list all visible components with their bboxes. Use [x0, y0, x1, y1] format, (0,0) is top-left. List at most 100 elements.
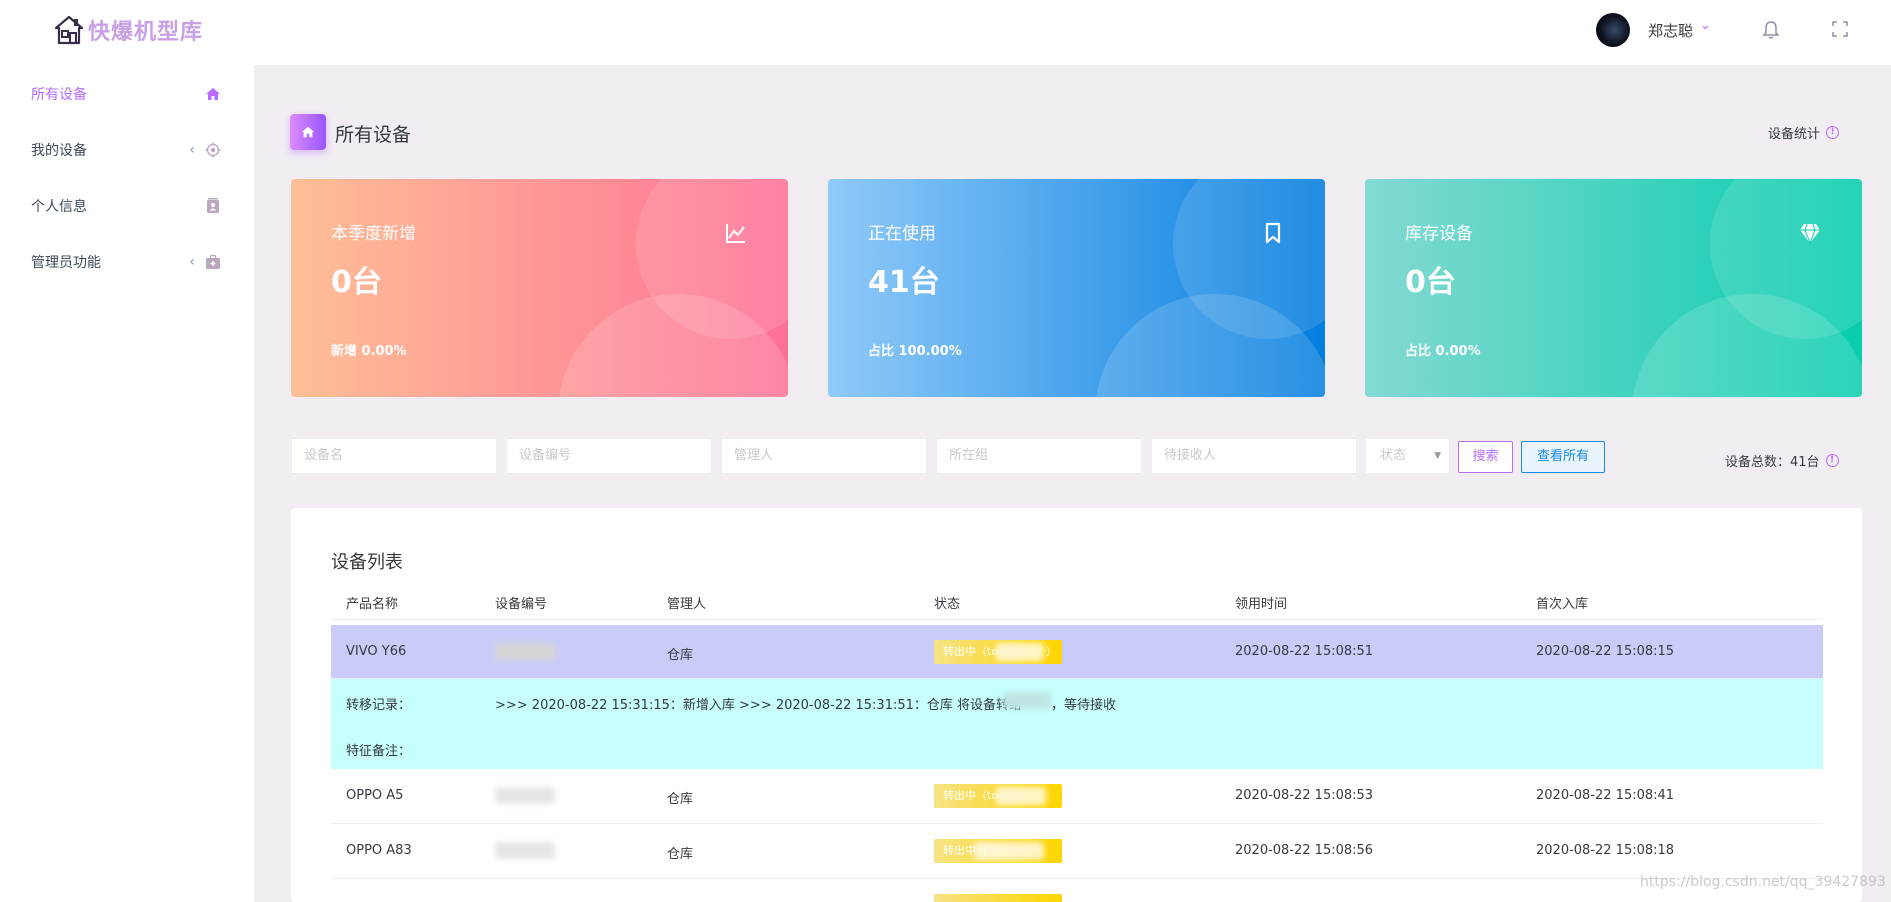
- column-header: 领用时间: [1235, 597, 1288, 612]
- table-row[interactable]: VIVO Y66 仓库 转出中（to） 2020-08-22 15:08:51 …: [331, 625, 1823, 679]
- view-all-button[interactable]: 查看所有: [1521, 441, 1605, 473]
- cell-first-in: 2020-08-22 15:08:15: [1536, 644, 1675, 659]
- sidebar-item-label: 所有设备: [31, 87, 87, 103]
- redacted-receiver: [974, 842, 1044, 860]
- cell-first-in: 2020-08-22 15:08:41: [1536, 788, 1675, 803]
- cell-first-in: 2020-08-22 15:08:18: [1536, 843, 1675, 858]
- page-home-icon: [290, 114, 326, 150]
- sidebar-item-label: 我的设备: [31, 143, 87, 159]
- sidebar-item-my-devices[interactable]: 我的设备 ‹: [31, 139, 221, 161]
- avatar[interactable]: [1596, 13, 1630, 47]
- chevron-left-icon: ‹: [189, 142, 195, 158]
- cell-manager: 仓库: [667, 847, 694, 862]
- card-value: 41台: [868, 265, 940, 300]
- info-icon: !: [1826, 126, 1840, 139]
- receiver-input[interactable]: 待接收人: [1151, 438, 1357, 474]
- stat-card-new: 本季度新增 0台 新增 0.00%: [291, 179, 788, 397]
- status-badge-text: 转出中（to: [943, 645, 999, 658]
- redacted-device-code: [495, 842, 555, 859]
- status-badge-partial: [934, 894, 1062, 902]
- redacted-receiver: [996, 643, 1044, 661]
- sidebar-item-label: 个人信息: [31, 199, 87, 215]
- device-stats-link[interactable]: 设备统计 !: [1768, 123, 1840, 142]
- chevron-down-icon[interactable]: ⌄: [1700, 18, 1711, 33]
- redacted-receiver: [996, 787, 1046, 805]
- stat-card-in-use: 正在使用 41台 占比 100.00%: [828, 179, 1325, 397]
- device-total-label: 设备总数：41台: [1725, 455, 1820, 470]
- table-row[interactable]: OPPO A83 仓库 转出中（ 2020-08-22 15:08:56 202…: [331, 824, 1823, 879]
- top-navbar: 快爆机型库 郑志聪 ⌄: [0, 0, 1891, 65]
- device-code-input[interactable]: 设备编号: [506, 438, 712, 474]
- status-badge: 转出中（: [934, 839, 1062, 863]
- device-total: 设备总数：41台 !: [1725, 451, 1839, 470]
- row-detail-panel: 转移记录： >>> 2020-08-22 15:31:15：新增入库 >>> 2…: [331, 679, 1823, 769]
- sidebar-item-all-devices[interactable]: 所有设备: [31, 83, 221, 105]
- sidebar-item-profile[interactable]: 个人信息: [31, 195, 221, 217]
- sidebar: 所有设备 我的设备 ‹ 个人信息 管理员功能 ‹: [0, 65, 254, 902]
- fullscreen-icon[interactable]: [1832, 21, 1848, 37]
- redacted-device-code: [495, 787, 555, 804]
- chevron-left-icon: ‹: [189, 254, 195, 270]
- crosshair-icon: [205, 142, 221, 158]
- table-row[interactable]: OPPO A5 仓库 转出中（to 2020-08-22 15:08:53 20…: [331, 769, 1823, 824]
- stat-card-stock: 库存设备 0台 占比 0.00%: [1365, 179, 1862, 397]
- status-badge: 转出中（to: [934, 784, 1062, 808]
- info-icon: !: [1825, 454, 1839, 467]
- column-header: 管理人: [667, 597, 707, 612]
- house-icon: [54, 15, 84, 45]
- device-name-input[interactable]: 设备名: [291, 438, 497, 474]
- cell-product: OPPO A83: [346, 843, 412, 858]
- cell-borrow-time: 2020-08-22 15:08:51: [1235, 644, 1374, 659]
- column-header: 状态: [934, 597, 961, 612]
- user-name[interactable]: 郑志聪: [1648, 20, 1693, 41]
- home-icon: [206, 88, 220, 100]
- status-badge-end: ）: [1046, 645, 1057, 658]
- contacts-icon: [207, 198, 219, 213]
- transfer-record-text: >>> 2020-08-22 15:31:15：新增入库 >>> 2020-08…: [495, 698, 1023, 713]
- transfer-record-tail: ，等待接收: [1051, 698, 1117, 713]
- cell-borrow-time: 2020-08-22 15:08:53: [1235, 788, 1374, 803]
- group-input[interactable]: 所在组: [936, 438, 1142, 474]
- card-value: 0台: [1405, 265, 1456, 300]
- card-title: 本季度新增: [331, 224, 416, 244]
- bell-icon[interactable]: [1762, 20, 1780, 40]
- redacted-receiver: [1003, 692, 1051, 709]
- sidebar-item-label: 管理员功能: [31, 255, 101, 271]
- chart-line-icon: [726, 224, 745, 243]
- card-title: 正在使用: [868, 224, 936, 244]
- sidebar-item-admin[interactable]: 管理员功能 ‹: [31, 251, 221, 273]
- watermark-text: https://blog.csdn.net/qq_39427893: [1640, 874, 1886, 890]
- table-title: 设备列表: [331, 552, 403, 573]
- search-button[interactable]: 搜索: [1458, 441, 1513, 473]
- transfer-record-label: 转移记录：: [346, 698, 412, 713]
- card-title: 库存设备: [1405, 224, 1473, 244]
- feature-note-label: 特征备注：: [346, 744, 412, 759]
- cell-manager: 仓库: [667, 648, 694, 663]
- page-title: 所有设备: [335, 124, 412, 146]
- status-badge: 转出中（to ）: [934, 640, 1062, 664]
- column-header: 设备编号: [495, 597, 548, 612]
- column-header: 产品名称: [346, 597, 399, 612]
- card-footer: 占比 100.00%: [868, 344, 962, 359]
- cell-product: OPPO A5: [346, 788, 404, 803]
- device-list-card: 设备列表 产品名称 设备编号 管理人 状态 领用时间 首次入库 VIVO Y66…: [291, 508, 1862, 902]
- diamond-icon: [1800, 223, 1820, 245]
- caret-down-icon: ▼: [1434, 451, 1441, 461]
- card-value: 0台: [331, 265, 382, 300]
- bookmark-icon: [1265, 222, 1281, 244]
- home-icon: [301, 126, 315, 138]
- card-footer: 新增 0.00%: [331, 344, 407, 359]
- status-badge-text: 转出中（to: [943, 789, 999, 802]
- cell-borrow-time: 2020-08-22 15:08:56: [1235, 843, 1374, 858]
- cell-manager: 仓库: [667, 792, 694, 807]
- table-header: 产品名称 设备编号 管理人 状态 领用时间 首次入库: [331, 580, 1823, 620]
- status-select[interactable]: 状态 ▼: [1365, 438, 1450, 474]
- card-footer: 占比 0.00%: [1405, 344, 1481, 359]
- status-select-value: 状态: [1380, 448, 1407, 463]
- manager-input[interactable]: 管理人: [721, 438, 927, 474]
- column-header: 首次入库: [1536, 597, 1589, 612]
- brand-logo[interactable]: 快爆机型库: [54, 14, 203, 46]
- redacted-device-code: [495, 643, 555, 660]
- medical-bag-icon: [206, 254, 220, 269]
- brand-name: 快爆机型库: [88, 20, 204, 45]
